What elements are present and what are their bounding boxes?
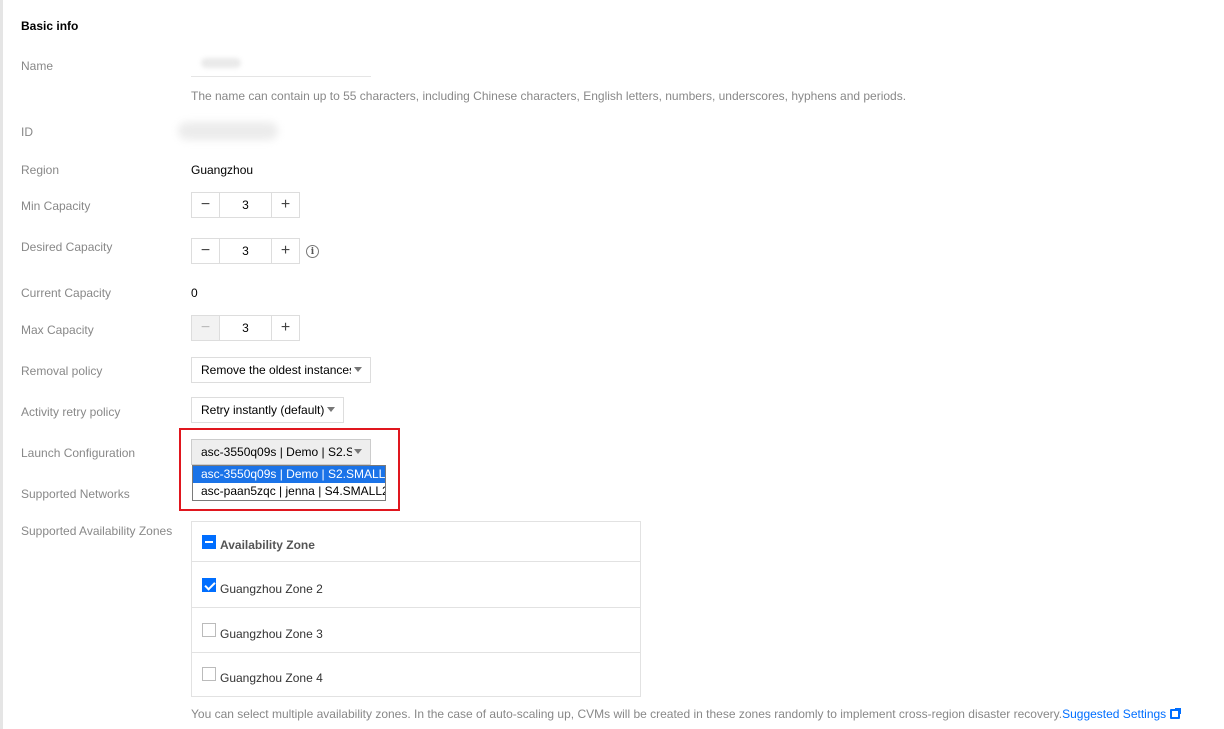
removal-policy-select[interactable]: Remove the oldest instances	[191, 357, 371, 383]
region-value: Guangzhou	[191, 163, 254, 177]
zone-name: Guangzhou Zone 2	[220, 582, 323, 596]
table-row: Guangzhou Zone 3	[192, 608, 640, 653]
name-redacted-value	[201, 58, 241, 68]
name-label: Name	[21, 59, 54, 73]
min-capacity-label: Min Capacity	[21, 199, 91, 213]
caret-down-icon	[327, 407, 335, 412]
info-icon[interactable]: i	[306, 245, 319, 258]
activity-retry-policy-select[interactable]: Retry instantly (default)	[191, 397, 344, 423]
activity-retry-policy-label: Activity retry policy	[21, 405, 121, 419]
zone-name: Guangzhou Zone 3	[220, 627, 323, 641]
name-input[interactable]	[191, 49, 371, 77]
max-capacity-input[interactable]: 3	[219, 316, 272, 340]
zone-checkbox-guangzhou-zone-4[interactable]	[202, 667, 216, 681]
current-capacity-value: 0	[191, 286, 198, 300]
max-capacity-increment-button[interactable]: +	[272, 316, 299, 340]
supported-networks-label: Supported Networks	[21, 487, 130, 501]
current-capacity-label: Current Capacity	[21, 286, 112, 300]
highlight-annotation-box	[179, 428, 400, 511]
table-row: Guangzhou Zone 2	[192, 562, 640, 608]
select-all-checkbox[interactable]	[202, 535, 216, 549]
table-row: Guangzhou Zone 4	[192, 653, 640, 696]
max-capacity-stepper: − 3 +	[191, 315, 300, 341]
table-header-availability-zone: Availability Zone	[220, 538, 315, 552]
external-link-icon[interactable]	[1170, 708, 1182, 719]
desired-capacity-stepper: − 3 +	[191, 238, 300, 264]
max-capacity-decrement-button[interactable]: −	[192, 316, 219, 340]
removal-policy-value: Remove the oldest instances	[201, 363, 351, 377]
id-label: ID	[21, 125, 33, 139]
desired-capacity-label: Desired Capacity	[21, 240, 113, 254]
zone-checkbox-guangzhou-zone-2[interactable]	[202, 578, 216, 592]
availability-zones-hint: You can select multiple availability zon…	[191, 707, 1182, 721]
min-capacity-input[interactable]: 3	[219, 193, 272, 217]
max-capacity-label: Max Capacity	[21, 323, 94, 337]
suggested-settings-link[interactable]: Suggested Settings	[1062, 707, 1166, 721]
left-border	[0, 0, 3, 729]
id-redacted-value	[178, 122, 278, 140]
desired-capacity-input[interactable]: 3	[219, 239, 272, 263]
caret-down-icon	[354, 367, 362, 372]
launch-configuration-label: Launch Configuration	[21, 446, 136, 460]
removal-policy-label: Removal policy	[21, 364, 103, 378]
activity-retry-policy-value: Retry instantly (default)	[201, 403, 325, 417]
table-header-row: Availability Zone	[192, 522, 640, 562]
min-capacity-decrement-button[interactable]: −	[192, 193, 219, 217]
availability-zones-hint-text: You can select multiple availability zon…	[191, 707, 1063, 721]
min-capacity-stepper: − 3 +	[191, 192, 300, 218]
desired-capacity-decrement-button[interactable]: −	[192, 239, 219, 263]
availability-zones-label: Supported Availability Zones	[21, 524, 173, 538]
availability-zones-table: Availability Zone Guangzhou Zone 2 Guang…	[191, 521, 641, 697]
zone-checkbox-guangzhou-zone-3[interactable]	[202, 623, 216, 637]
region-label: Region	[21, 163, 60, 177]
name-hint: The name can contain up to 55 characters…	[191, 89, 907, 103]
desired-capacity-increment-button[interactable]: +	[272, 239, 299, 263]
section-title: Basic info	[21, 19, 79, 33]
zone-name: Guangzhou Zone 4	[220, 671, 323, 685]
min-capacity-increment-button[interactable]: +	[272, 193, 299, 217]
